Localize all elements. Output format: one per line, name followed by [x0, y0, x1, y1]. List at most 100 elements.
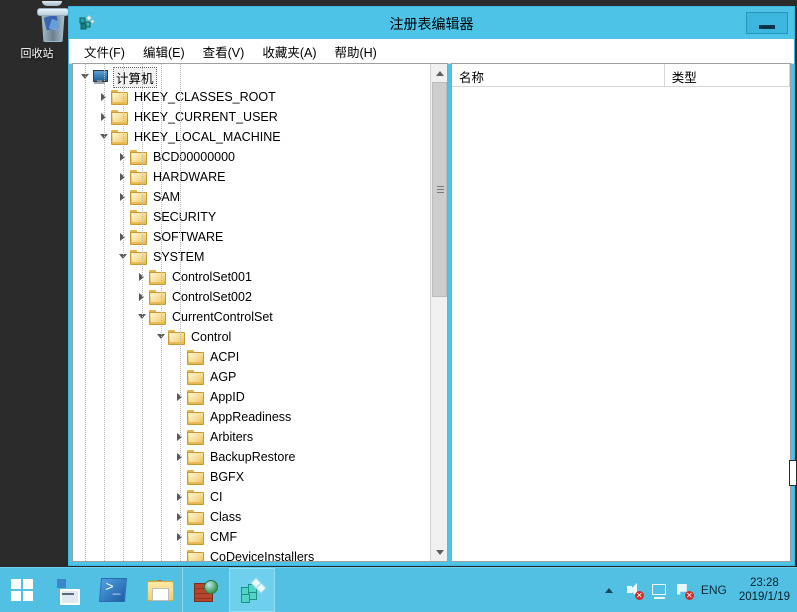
- column-header-type[interactable]: 类型: [665, 64, 790, 86]
- tree-node[interactable]: HKEY_CURRENT_USER: [73, 107, 430, 127]
- tree-node-label: ControlSet002: [172, 290, 252, 304]
- tree-node[interactable]: Control: [73, 327, 430, 347]
- folder-icon: [187, 430, 204, 445]
- tree-node[interactable]: AGP: [73, 367, 430, 387]
- tree-node[interactable]: SYSTEM: [73, 247, 430, 267]
- tree-node[interactable]: Arbiters: [73, 427, 430, 447]
- tree-node-label: CI: [210, 490, 223, 504]
- folder-icon: [111, 110, 128, 125]
- tree-node[interactable]: ACPI: [73, 347, 430, 367]
- tree-node[interactable]: BCD00000000: [73, 147, 430, 167]
- tree-node[interactable]: AppID: [73, 387, 430, 407]
- clock-date: 2019/1/19: [738, 591, 790, 603]
- tree-node[interactable]: HKEY_LOCAL_MACHINE: [73, 127, 430, 147]
- tree-vertical-scrollbar[interactable]: [430, 64, 447, 561]
- tree-indent-guide: [180, 64, 181, 561]
- registry-value-pane[interactable]: 名称 类型: [451, 63, 791, 562]
- scroll-up-button[interactable]: [431, 64, 447, 81]
- tree-node[interactable]: BGFX: [73, 467, 430, 487]
- desktop-icon-recycle-bin[interactable]: 回收站: [6, 1, 69, 61]
- flag-error-icon[interactable]: ✕: [676, 582, 694, 600]
- desktop-icon-label: 回收站: [20, 48, 54, 60]
- tree-indent-guide: [161, 64, 162, 561]
- recycle-bin-icon: [6, 1, 69, 48]
- folder-icon: [187, 550, 204, 561]
- menu-item-help[interactable]: 帮助(H): [325, 39, 385, 64]
- tree-node[interactable]: ControlSet002: [73, 287, 430, 307]
- tree-node-label: HKEY_LOCAL_MACHINE: [134, 130, 281, 144]
- system-tray: ✕ ✕ ENG 23:28 2019/1/19: [601, 568, 797, 612]
- tree-node[interactable]: SAM: [73, 187, 430, 207]
- file-explorer-icon: [146, 580, 174, 601]
- tree-node-label: HARDWARE: [153, 170, 226, 184]
- folder-icon: [187, 410, 204, 425]
- firewall-icon: [194, 579, 218, 602]
- tree-node-label: SOFTWARE: [153, 230, 224, 244]
- taskbar-button-windows-firewall[interactable]: [182, 568, 229, 612]
- speaker-muted-icon[interactable]: ✕: [626, 582, 644, 600]
- menu-item-view[interactable]: 查看(V): [194, 39, 254, 64]
- tree-node[interactable]: HARDWARE: [73, 167, 430, 187]
- taskbar-button-powershell[interactable]: [90, 568, 136, 612]
- folder-icon: [130, 210, 147, 225]
- folder-icon: [130, 150, 147, 165]
- registry-tree: 计算机 HKEY_CLASSES_ROOT HKEY_CURRENT_USER HKE…: [73, 64, 430, 561]
- tree-node-label: Class: [210, 510, 242, 524]
- tree-node[interactable]: SECURITY: [73, 207, 430, 227]
- folder-icon: [130, 250, 147, 265]
- tree-node[interactable]: CMF: [73, 527, 430, 547]
- language-indicator[interactable]: ENG: [701, 583, 727, 597]
- tree-node-label: AppID: [210, 390, 245, 404]
- menu-item-favorites[interactable]: 收藏夹(A): [253, 39, 325, 64]
- tree-node[interactable]: AppReadiness: [73, 407, 430, 427]
- tree-node[interactable]: ControlSet001: [73, 267, 430, 287]
- start-button[interactable]: [0, 568, 44, 612]
- tree-node-label: HKEY_CLASSES_ROOT: [134, 90, 276, 104]
- folder-icon: [130, 190, 147, 205]
- tree-node[interactable]: CI: [73, 487, 430, 507]
- tree-node-label: BCD00000000: [153, 150, 236, 164]
- folder-icon: [130, 230, 147, 245]
- tree-node[interactable]: CurrentControlSet: [73, 307, 430, 327]
- column-header-name[interactable]: 名称: [452, 64, 665, 86]
- folder-icon: [187, 510, 204, 525]
- tree-node[interactable]: Class: [73, 507, 430, 527]
- tree-node-label: Control: [191, 330, 232, 344]
- minimize-button[interactable]: [746, 12, 788, 34]
- tree-node[interactable]: HKEY_CLASSES_ROOT: [73, 87, 430, 107]
- menu-item-file[interactable]: 文件(F): [75, 39, 134, 64]
- registry-tree-pane[interactable]: 计算机 HKEY_CLASSES_ROOT HKEY_CURRENT_USER HKE…: [72, 63, 448, 562]
- tree-node-label: HKEY_CURRENT_USER: [134, 110, 278, 124]
- minimize-icon: [759, 25, 775, 29]
- taskbar: ✕ ✕ ENG 23:28 2019/1/19: [0, 567, 797, 612]
- tree-node-label: AppReadiness: [210, 410, 292, 424]
- tree-node-label: BGFX: [210, 470, 245, 484]
- scroll-down-button[interactable]: [431, 544, 447, 561]
- tree-indent-guide: [104, 64, 105, 561]
- taskbar-button-file-explorer[interactable]: [136, 568, 182, 612]
- clock[interactable]: 23:28 2019/1/19: [735, 576, 790, 604]
- client-area: 计算机 HKEY_CLASSES_ROOT HKEY_CURRENT_USER HKE…: [72, 63, 791, 562]
- value-list-header: 名称 类型: [452, 64, 790, 87]
- tree-node[interactable]: 计算机: [73, 66, 430, 88]
- tree-node-label: SYSTEM: [153, 250, 205, 264]
- scrollbar-thumb[interactable]: [432, 82, 447, 297]
- registry-editor-icon: [240, 576, 267, 603]
- title-bar[interactable]: 注册表编辑器: [69, 7, 794, 39]
- menu-item-edit[interactable]: 编辑(E): [134, 39, 194, 64]
- network-icon[interactable]: [651, 582, 668, 599]
- tree-node-label: Arbiters: [210, 430, 254, 444]
- tree-node[interactable]: SOFTWARE: [73, 227, 430, 247]
- chevron-up-icon[interactable]: [601, 582, 618, 599]
- folder-icon: [187, 350, 204, 365]
- folder-icon: [111, 90, 128, 105]
- tree-node[interactable]: CoDeviceInstallers: [73, 547, 430, 561]
- taskbar-button-server-manager[interactable]: [44, 568, 90, 612]
- tree-node[interactable]: BackupRestore: [73, 447, 430, 467]
- tree-node-label: ControlSet001: [172, 270, 252, 284]
- tree-node-label: 计算机: [113, 66, 157, 88]
- folder-icon: [149, 290, 166, 305]
- clock-time: 23:28: [750, 577, 779, 589]
- taskbar-button-registry-editor[interactable]: [229, 568, 275, 612]
- tree-node-label: CurrentControlSet: [172, 310, 273, 324]
